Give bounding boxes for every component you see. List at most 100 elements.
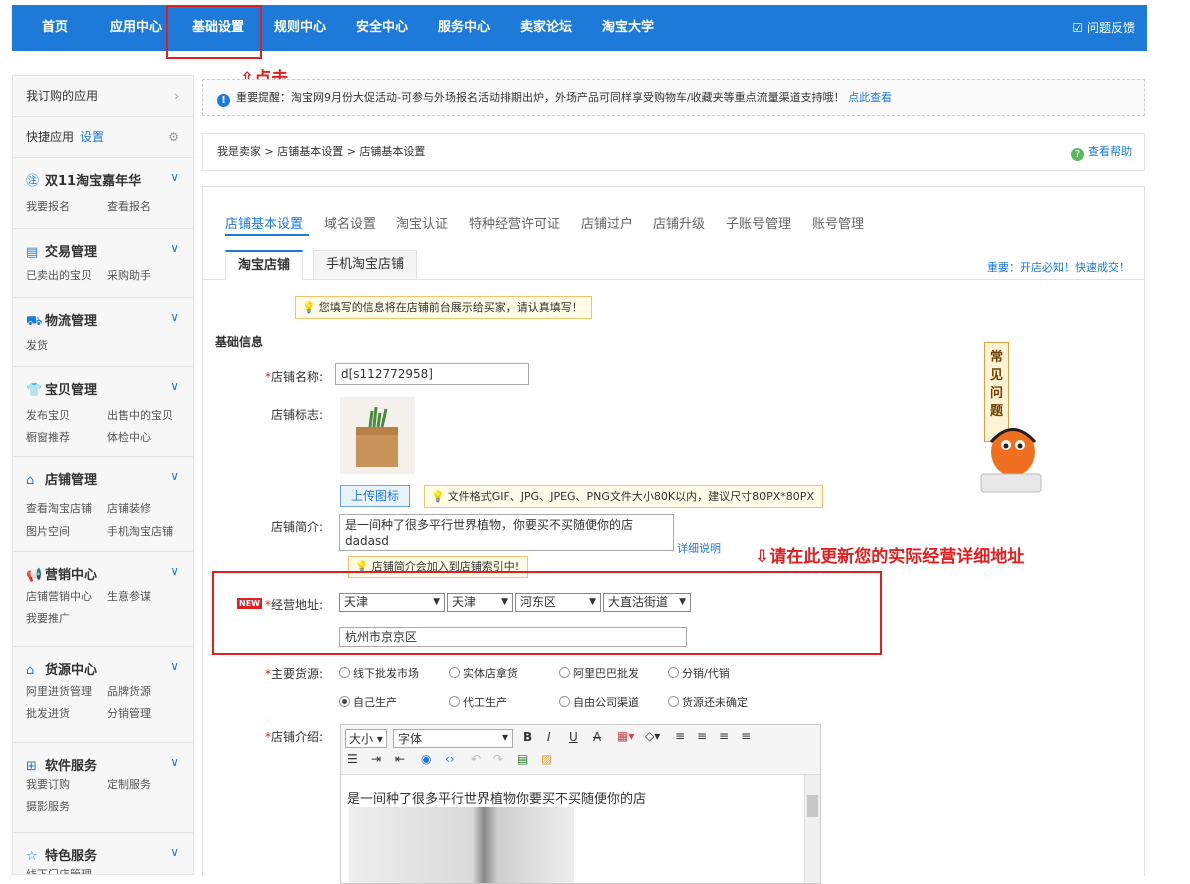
sidebar-link[interactable]: 定制服务: [107, 776, 151, 792]
sidebar-link[interactable]: 品牌货源: [107, 683, 151, 699]
chevron-down-icon[interactable]: ∨: [170, 564, 179, 578]
subtab-mobile-shop[interactable]: 手机淘宝店铺: [313, 250, 418, 280]
source-radio[interactable]: 分销/代销: [668, 665, 730, 681]
sidebar-link[interactable]: 生意参谋: [107, 588, 151, 604]
province-select[interactable]: 天津 ▼: [339, 593, 445, 612]
sidebar-link[interactable]: 分销管理: [107, 705, 151, 721]
source-radio[interactable]: 阿里巴巴批发: [559, 665, 639, 681]
clear-format-icon[interactable]: ▨: [541, 752, 552, 766]
chevron-down-icon[interactable]: ∨: [170, 379, 179, 393]
nav-rules-center[interactable]: 规则中心: [274, 5, 326, 51]
outdent-icon[interactable]: ⇤: [395, 752, 405, 766]
chevron-down-icon[interactable]: ∨: [170, 469, 179, 483]
district-select[interactable]: 河东区 ▼: [515, 593, 601, 612]
sidebar-link[interactable]: 体检中心: [107, 429, 151, 445]
quick-apps-settings-link[interactable]: 设置: [80, 130, 104, 144]
sidebar-link[interactable]: 我要报名: [26, 198, 70, 214]
chevron-down-icon[interactable]: ∨: [170, 755, 179, 769]
sidebar-link[interactable]: 出售中的宝贝: [107, 407, 173, 423]
chevron-down-icon[interactable]: ∨: [170, 170, 179, 184]
source-radio[interactable]: 自由公司渠道: [559, 694, 639, 710]
subscribed-apps[interactable]: 我订购的应用 ›: [13, 76, 193, 117]
source-radio[interactable]: 代工生产: [449, 694, 507, 710]
align-center-icon[interactable]: ≡: [697, 729, 707, 743]
align-right-icon[interactable]: ≡: [719, 729, 729, 743]
sidebar-link[interactable]: 手机淘宝店铺: [107, 523, 173, 539]
important-link[interactable]: 重要：开店必知！快速成交！: [987, 259, 1130, 275]
italic-icon[interactable]: I: [547, 730, 551, 744]
nav-taobao-university[interactable]: 淘宝大学: [602, 5, 654, 51]
bold-icon[interactable]: B: [523, 730, 532, 744]
source-radio[interactable]: 实体店拿货: [449, 665, 518, 681]
highlight-icon[interactable]: ◇▾: [645, 729, 660, 743]
table-icon[interactable]: ▤: [517, 752, 528, 766]
color-icon[interactable]: ▦▾: [617, 729, 634, 743]
rich-text-editor[interactable]: 大小 ▾ 字体 ▾ B I U A ▦▾ ◇▾ ≡ ≡ ≡ ≡ ☰ ⇥ ⇤ ◉ ‹…: [340, 724, 821, 884]
shop-name-input[interactable]: d[s112772958]: [335, 363, 529, 385]
font-size-select[interactable]: 大小 ▾: [345, 729, 387, 748]
sidebar-link[interactable]: 发货: [26, 337, 48, 353]
tab-shop-basic[interactable]: 店铺基本设置: [225, 213, 303, 232]
align-justify-icon[interactable]: ≡: [741, 729, 751, 743]
tab-transfer[interactable]: 店铺过户: [581, 213, 633, 232]
code-icon[interactable]: ‹›: [445, 752, 455, 766]
chevron-down-icon[interactable]: ∨: [170, 845, 179, 859]
tab-domain[interactable]: 域名设置: [324, 213, 376, 232]
address-detail-input[interactable]: 杭州市京京区: [339, 627, 687, 647]
align-left-icon[interactable]: ≡: [675, 729, 685, 743]
tab-account[interactable]: 账号管理: [812, 213, 864, 232]
sidebar-link[interactable]: 摄影服务: [26, 798, 70, 814]
sidebar-link[interactable]: 查看报名: [107, 198, 151, 214]
nav-app-center[interactable]: 应用中心: [110, 5, 162, 51]
nav-home[interactable]: 首页: [42, 5, 68, 51]
sidebar-link[interactable]: 线下门店管理: [26, 866, 92, 874]
chevron-down-icon[interactable]: ∨: [170, 659, 179, 673]
sidebar-link[interactable]: 店铺装修: [107, 500, 151, 516]
mascot-icon[interactable]: [973, 412, 1053, 497]
sidebar-link[interactable]: 我要推广: [26, 610, 70, 626]
sidebar-link[interactable]: 店铺营销中心: [26, 588, 92, 604]
font-family-select[interactable]: 字体 ▾: [393, 729, 513, 748]
tab-special-license[interactable]: 特种经营许可证: [469, 213, 560, 232]
tab-upgrade[interactable]: 店铺升级: [653, 213, 705, 232]
subtab-taobao-shop[interactable]: 淘宝店铺: [225, 250, 304, 280]
street-select[interactable]: 大直沽街道 ▼: [603, 593, 691, 612]
tab-sub-account[interactable]: 子账号管理: [726, 213, 791, 232]
upload-logo-button[interactable]: 上传图标: [340, 485, 411, 507]
undo-icon[interactable]: ↶: [471, 752, 481, 766]
intro-textarea[interactable]: 是一间种了很多平行世界植物，你要买不买随便你的店 dadasd: [339, 514, 674, 551]
image-icon[interactable]: ◉: [421, 752, 431, 766]
sidebar-link[interactable]: 我要订购: [26, 776, 70, 792]
gear-icon[interactable]: ⚙: [168, 117, 179, 158]
source-radio[interactable]: 线下批发市场: [339, 665, 419, 681]
sidebar-link[interactable]: 批发进货: [26, 705, 70, 721]
strikethrough-icon[interactable]: A: [593, 730, 601, 744]
desc-label: *店铺介绍:: [264, 730, 323, 744]
sidebar-link[interactable]: 图片空间: [26, 523, 70, 539]
intro-detail-link[interactable]: 详细说明: [677, 540, 721, 556]
sidebar-link[interactable]: 橱窗推荐: [26, 429, 70, 445]
nav-seller-forum[interactable]: 卖家论坛: [520, 5, 572, 51]
indent-icon[interactable]: ⇥: [371, 752, 381, 766]
sidebar-link[interactable]: 已卖出的宝贝: [26, 267, 92, 283]
list-icon[interactable]: ☰: [347, 752, 358, 766]
feedback-link[interactable]: ☑ 问题反馈: [1072, 5, 1135, 51]
sidebar-link[interactable]: 阿里进货管理: [26, 683, 92, 699]
sidebar-link[interactable]: 发布宝贝: [26, 407, 70, 423]
chevron-down-icon[interactable]: ∨: [170, 310, 179, 324]
chevron-down-icon[interactable]: ∨: [170, 241, 179, 255]
nav-service-center[interactable]: 服务中心: [438, 5, 490, 51]
underline-icon[interactable]: U: [569, 730, 578, 744]
source-radio[interactable]: 货源还未确定: [668, 694, 748, 710]
notice-link[interactable]: 点此查看: [848, 91, 892, 104]
sidebar-link[interactable]: 采购助手: [107, 267, 151, 283]
city-select[interactable]: 天津 ▼: [447, 593, 513, 612]
tab-certification[interactable]: 淘宝认证: [396, 213, 448, 232]
sidebar-link[interactable]: 查看淘宝店铺: [26, 500, 92, 516]
help-link[interactable]: ? 查看帮助: [1071, 134, 1132, 170]
editor-scrollbar[interactable]: [804, 775, 820, 883]
redo-icon[interactable]: ↷: [493, 752, 503, 766]
scrollbar-thumb[interactable]: [807, 795, 818, 817]
source-radio[interactable]: 自己生产: [339, 694, 397, 710]
nav-security-center[interactable]: 安全中心: [356, 5, 408, 51]
